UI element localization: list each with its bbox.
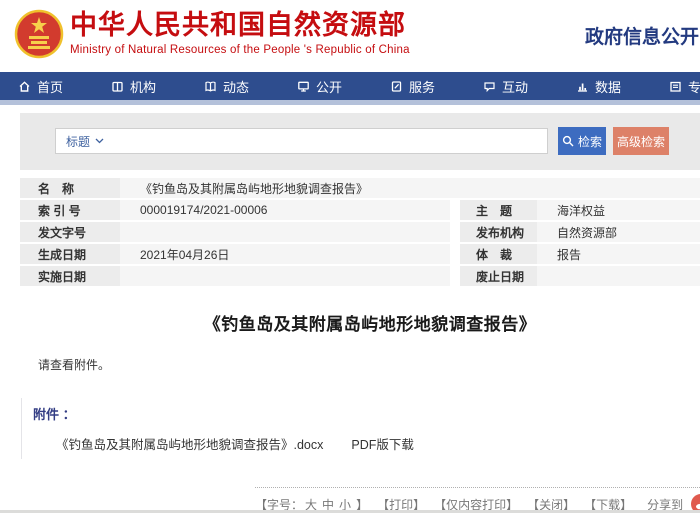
column-gap: [450, 266, 460, 286]
attachment-section: 附件 ： 《钓鱼岛及其附属岛屿地形地貌调查报告》.docx PDF版下载: [21, 398, 414, 459]
site-title-en: Ministry of Natural Resources of the Peo…: [70, 44, 410, 56]
table-row: 索 引 号 000019174/2021-00006 主 题 海洋权益: [20, 200, 700, 220]
table-row: 发文字号 发布机构 自然资源部: [20, 222, 700, 242]
meta-value-issuer: 自然资源部: [537, 222, 700, 242]
attachment-pdf-link[interactable]: PDF版下载: [351, 434, 414, 453]
search-button[interactable]: 检索: [558, 127, 606, 155]
meta-label-index-no: 索 引 号: [20, 200, 120, 220]
meta-value-expiry-date: [537, 266, 700, 286]
search-icon: [562, 135, 574, 147]
advanced-search-button[interactable]: 高级检索: [613, 127, 669, 155]
attachment-docx-link[interactable]: 《钓鱼岛及其附属岛屿地形地貌调查报告》.docx: [56, 434, 323, 453]
article-body-text: 请查看附件。: [38, 356, 110, 373]
meta-value-subject: 海洋权益: [537, 200, 700, 220]
meta-value-created-date: 2021年04月26日: [120, 244, 450, 264]
attachment-row: 《钓鱼岛及其附属岛屿地形地貌调查报告》.docx PDF版下载: [33, 434, 414, 453]
meta-label-doc-no: 发文字号: [20, 222, 120, 242]
main-nav: 首页 机构 动态 公开: [0, 72, 700, 100]
meta-value-name: 《钓鱼岛及其附属岛屿地形地貌调查报告》: [120, 178, 700, 198]
nav-item-special[interactable]: 专题: [669, 77, 700, 96]
nav-label: 首页: [37, 77, 63, 96]
disclosure-monitor-icon: [297, 80, 310, 93]
meta-value-effective-date: [120, 266, 450, 286]
page: 中华人民共和国自然资源部 Ministry of Natural Resourc…: [0, 0, 700, 513]
special-topic-icon: [669, 80, 682, 93]
nav-label: 专题: [688, 77, 700, 96]
organization-icon: [111, 80, 124, 93]
column-gap: [450, 222, 460, 242]
nav-label: 公开: [316, 77, 342, 96]
meta-value-doc-no: [120, 222, 450, 242]
search-box: 标题: [55, 128, 548, 154]
meta-label-name: 名 称: [20, 178, 120, 198]
meta-label-issuer: 发布机构: [460, 222, 537, 242]
data-chart-icon: [576, 80, 589, 93]
nav-item-service[interactable]: 服务: [390, 77, 483, 96]
nav-item-disclosure[interactable]: 公开: [297, 77, 390, 96]
table-row: 实施日期 废止日期: [20, 266, 700, 286]
search-input[interactable]: [104, 131, 547, 151]
nav-label: 动态: [223, 77, 249, 96]
news-book-icon: [204, 80, 217, 93]
attachment-label: 附件 ：: [33, 404, 414, 423]
nav-item-data[interactable]: 数据: [576, 77, 669, 96]
column-gap: [450, 244, 460, 264]
meta-value-genre: 报告: [537, 244, 700, 264]
article-title: 《钓鱼岛及其附属岛屿地形地貌调查报告》: [0, 310, 700, 335]
advanced-search-label: 高级检索: [617, 133, 665, 150]
meta-label-expiry-date: 废止日期: [460, 266, 537, 286]
chevron-down-icon: [95, 138, 104, 144]
nav-label: 数据: [595, 77, 621, 96]
meta-value-index-no: 000019174/2021-00006: [120, 200, 450, 220]
nav-item-organization[interactable]: 机构: [111, 77, 204, 96]
nav-item-interact[interactable]: 互动: [483, 77, 576, 96]
nav-item-news[interactable]: 动态: [204, 77, 297, 96]
site-title-cn: 中华人民共和国自然资源部: [70, 9, 410, 41]
search-field-selector[interactable]: 标题: [66, 133, 104, 150]
site-header: 中华人民共和国自然资源部 Ministry of Natural Resourc…: [0, 0, 700, 72]
table-row: 名 称 《钓鱼岛及其附属岛屿地形地貌调查报告》: [20, 178, 700, 198]
column-gap: [450, 200, 460, 220]
service-document-icon: [390, 80, 403, 93]
meta-label-effective-date: 实施日期: [20, 266, 120, 286]
meta-label-created-date: 生成日期: [20, 244, 120, 264]
search-section: 标题 检索 高级检索: [20, 113, 700, 170]
search-button-label: 检索: [578, 133, 602, 150]
interact-chat-icon: [483, 80, 496, 93]
meta-label-subject: 主 题: [460, 200, 537, 220]
home-icon: [18, 80, 31, 93]
meta-label-genre: 体 裁: [460, 244, 537, 264]
nav-item-home[interactable]: 首页: [18, 77, 111, 96]
gov-info-disclosure-link[interactable]: 政府信息公开: [585, 22, 699, 49]
document-meta-table: 名 称 《钓鱼岛及其附属岛屿地形地貌调查报告》 索 引 号 000019174/…: [20, 178, 700, 288]
nav-substrip: [0, 100, 700, 105]
nav-label: 互动: [502, 77, 528, 96]
nav-label: 服务: [409, 77, 435, 96]
search-field-selector-label: 标题: [66, 133, 90, 150]
nav-label: 机构: [130, 77, 156, 96]
masthead: 中华人民共和国自然资源部 Ministry of Natural Resourc…: [70, 9, 410, 56]
table-row: 生成日期 2021年04月26日 体 裁 报告: [20, 244, 700, 264]
national-emblem-logo: [14, 9, 64, 59]
